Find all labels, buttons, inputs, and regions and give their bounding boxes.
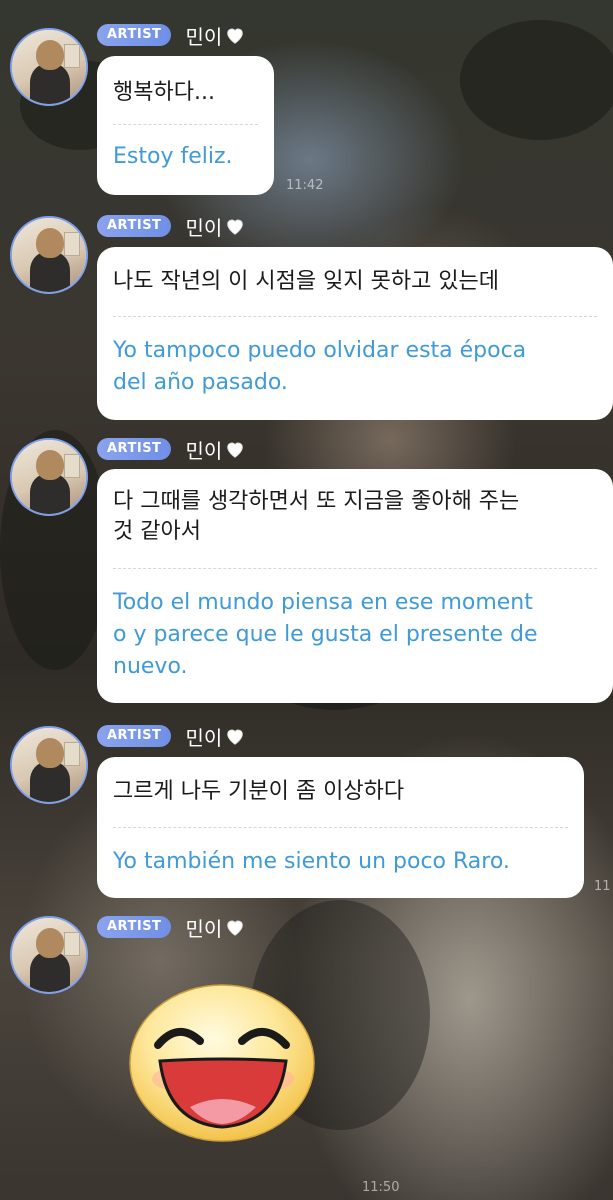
translation-line: Todo el mundo piensa en ese moment	[113, 590, 533, 615]
translation-text: Estoy feliz.	[113, 144, 233, 169]
sender-name: 민이	[185, 21, 246, 50]
artist-avatar[interactable]	[10, 726, 88, 804]
sender-name-text: 민이	[185, 215, 223, 240]
message-bubble: 나도 작년의 이 시점을 잊지 못하고 있는데 Yo tampoco puedo…	[97, 247, 613, 420]
sender-row: ARTIST 민이	[97, 722, 246, 751]
sender-row: ARTIST 민이	[97, 212, 246, 241]
laughing-face-emoticon[interactable]	[128, 983, 316, 1143]
message-text: 행복하다...	[113, 80, 215, 105]
artist-badge: ARTIST	[97, 215, 172, 237]
translation-line: Yo tampoco puedo olvidar esta época	[113, 338, 527, 363]
sender-name: 민이	[185, 722, 246, 751]
white-heart-icon	[227, 729, 244, 745]
message-line: 것 같아서	[113, 519, 201, 544]
artist-badge: ARTIST	[97, 438, 172, 460]
sender-name-text: 민이	[185, 916, 223, 941]
white-heart-icon	[227, 920, 244, 936]
artist-avatar[interactable]	[10, 438, 88, 516]
artist-badge: ARTIST	[97, 916, 172, 938]
artist-avatar[interactable]	[10, 216, 88, 294]
white-heart-icon	[227, 28, 244, 44]
sender-name: 민이	[185, 435, 246, 464]
message-timestamp: 11:42	[286, 178, 324, 193]
translation-line: del año pasado.	[113, 370, 288, 395]
sender-row: ARTIST 민이	[97, 435, 246, 464]
sender-row: ARTIST 민이	[97, 21, 246, 50]
message-bubble: 그르게 나두 기분이 좀 이상하다 Yo también me siento u…	[97, 757, 584, 898]
message-bubble: 다 그때를 생각하면서 또 지금을 좋아해 주는 것 같아서 Todo el m…	[97, 469, 613, 703]
message-timestamp: 11	[594, 879, 611, 894]
sender-row: ARTIST 민이	[97, 913, 246, 942]
message-bubble: 행복하다... Estoy feliz.	[97, 56, 274, 195]
translation-text: Yo también me siento un poco Raro.	[113, 849, 510, 874]
message-timestamp: 11:50	[362, 1180, 400, 1195]
translation-line: o y parece que le gusta el presente de	[113, 622, 538, 647]
white-heart-icon	[227, 442, 244, 458]
message-text: 나도 작년의 이 시점을 잊지 못하고 있는데	[113, 269, 500, 294]
translation-line: nuevo.	[113, 654, 188, 679]
sender-name-text: 민이	[185, 24, 223, 49]
white-heart-icon	[227, 219, 244, 235]
artist-avatar[interactable]	[10, 28, 88, 106]
sender-name-text: 민이	[185, 725, 223, 750]
message-text: 그르게 나두 기분이 좀 이상하다	[113, 779, 405, 804]
sender-name-text: 민이	[185, 438, 223, 463]
message-line: 다 그때를 생각하면서 또 지금을 좋아해 주는	[113, 489, 520, 514]
artist-badge: ARTIST	[97, 24, 172, 46]
artist-badge: ARTIST	[97, 725, 172, 747]
sender-name: 민이	[185, 913, 246, 942]
artist-avatar[interactable]	[10, 916, 88, 994]
sender-name: 민이	[185, 212, 246, 241]
